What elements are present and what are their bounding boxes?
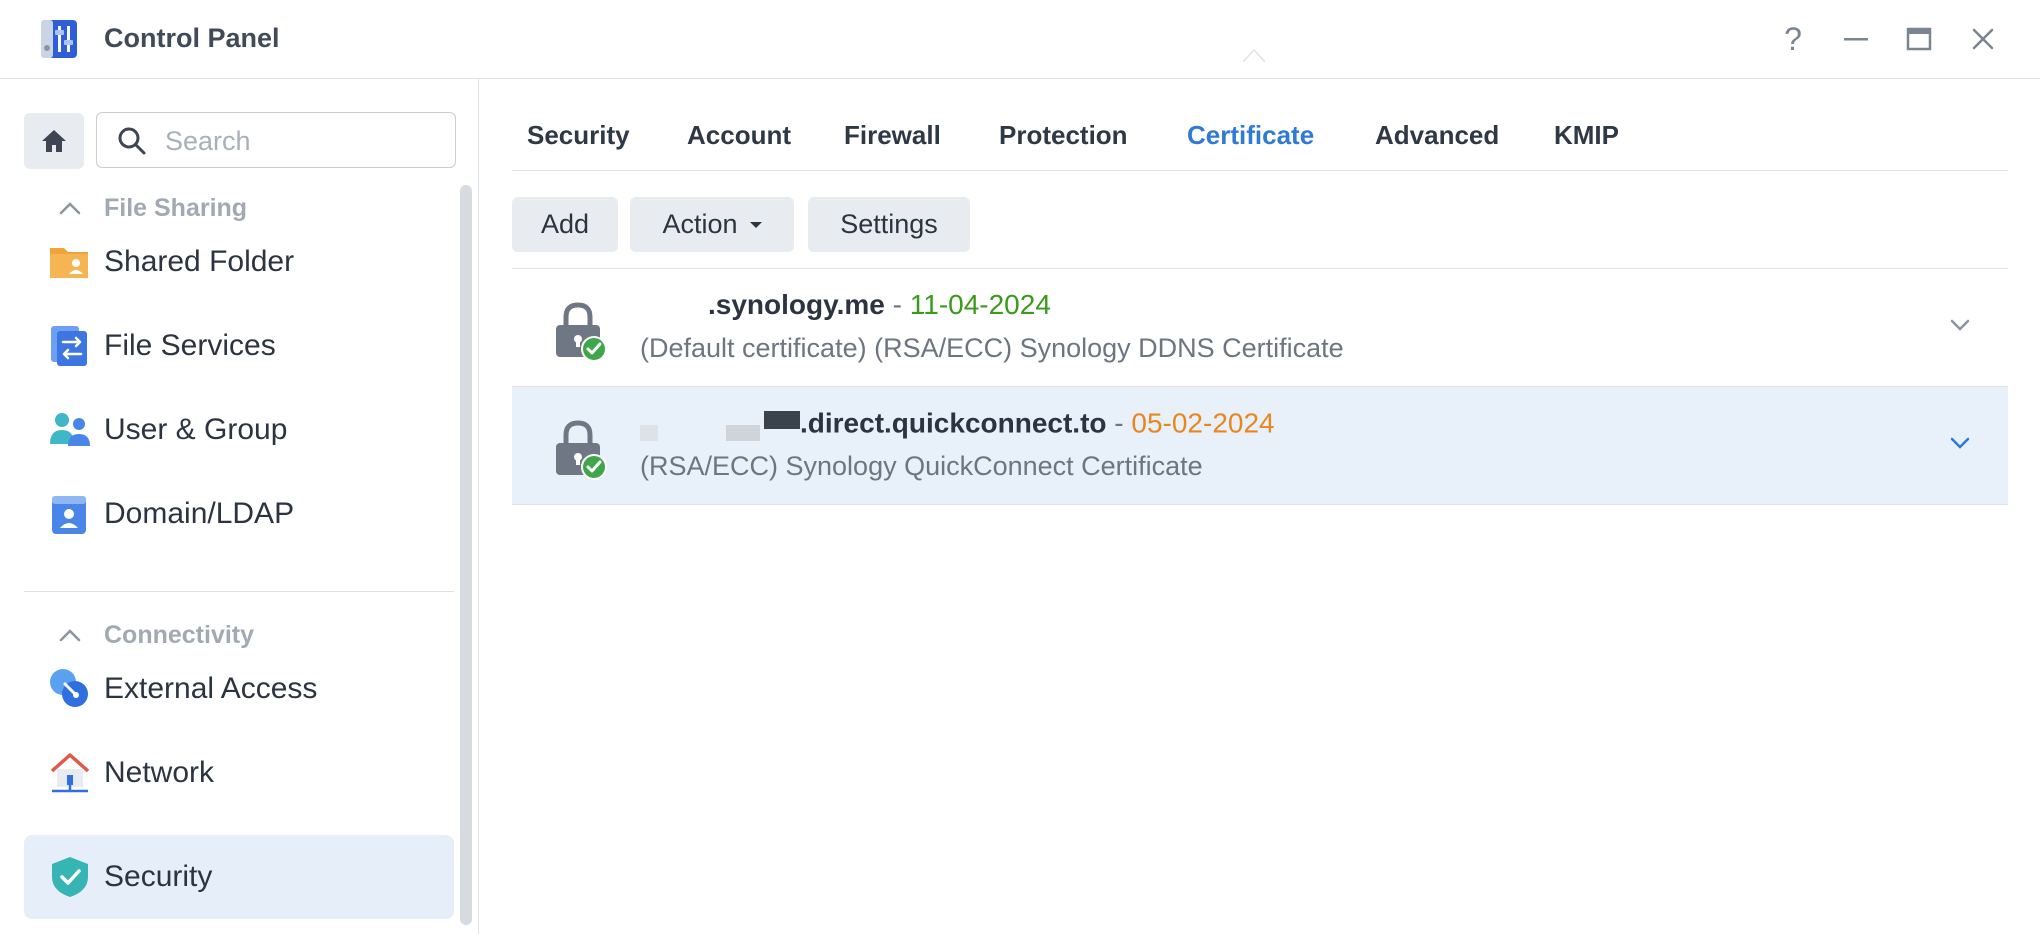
group-label: Connectivity xyxy=(104,620,255,649)
sidebar-item-label: Domain/LDAP xyxy=(104,497,295,530)
control-panel-app-icon xyxy=(41,20,77,58)
maximize-button[interactable] xyxy=(1902,22,1936,56)
chevron-down-icon[interactable] xyxy=(1944,313,1976,337)
tab-account[interactable]: Account xyxy=(687,120,791,151)
certificate-description: (Default certificate) (RSA/ECC) Synology… xyxy=(640,333,1344,363)
home-button[interactable] xyxy=(24,113,84,169)
settings-button[interactable]: Settings xyxy=(808,197,970,252)
active-tab-indicator xyxy=(1243,48,1265,62)
certificate-expiry: 11-04-2024 xyxy=(909,289,1051,320)
file-services-icon xyxy=(51,326,87,366)
search-box[interactable] xyxy=(96,112,456,168)
action-label: Action xyxy=(662,209,738,239)
sidebar-item-label: Shared Folder xyxy=(104,245,295,278)
action-dropdown-button[interactable]: Action xyxy=(630,197,794,252)
sidebar-item-label: Network xyxy=(104,756,215,789)
tab-bar: Security Account Firewall Protection Cer… xyxy=(512,110,2008,171)
sidebar-item-label: External Access xyxy=(104,672,318,705)
certificate-domain: .direct.quickconnect.to xyxy=(800,407,1107,439)
sidebar-item-label: Security xyxy=(104,860,213,893)
caret-down-icon xyxy=(749,221,762,228)
lock-verified-icon xyxy=(556,302,607,362)
tab-security[interactable]: Security xyxy=(527,120,630,151)
certificate-expiry: 05-02-2024 xyxy=(1131,407,1275,439)
redacted-block xyxy=(640,407,800,443)
certificate-title: .synology.me - 11-04-2024 xyxy=(640,289,1051,321)
certificate-domain: .synology.me xyxy=(708,289,885,320)
close-icon xyxy=(1972,28,1994,50)
title-bar: Control Panel ? xyxy=(0,0,2040,79)
tab-advanced[interactable]: Advanced xyxy=(1375,120,1499,151)
separator: - xyxy=(892,289,902,320)
maximize-icon xyxy=(1906,27,1932,51)
chevron-down-icon[interactable] xyxy=(1944,431,1976,455)
sidebar-item-user-group[interactable]: User & Group xyxy=(24,388,454,472)
redacted-block xyxy=(640,297,708,317)
user-group-icon xyxy=(50,413,90,446)
sidebar-item-label: File Services xyxy=(104,329,276,362)
tab-kmip[interactable]: KMIP xyxy=(1554,120,1619,151)
sidebar-scrollbar[interactable] xyxy=(460,185,472,925)
sidebar-item-external-access[interactable]: External Access xyxy=(24,647,454,731)
minimize-button[interactable] xyxy=(1839,22,1873,56)
sidebar-item-security[interactable]: Security xyxy=(24,835,454,919)
domain-ldap-icon xyxy=(52,496,86,534)
control-panel-window: Control Panel ? Search File Sharing Shar… xyxy=(0,0,2040,934)
tab-protection[interactable]: Protection xyxy=(999,120,1128,151)
certificate-row[interactable]: .direct.quickconnect.to - 05-02-2024 (RS… xyxy=(512,387,2008,505)
shared-folder-icon xyxy=(50,248,88,278)
sidebar-item-shared-folder[interactable]: Shared Folder xyxy=(24,220,454,304)
external-access-icon xyxy=(50,669,88,707)
tab-certificate[interactable]: Certificate xyxy=(1187,120,1314,151)
sidebar-item-network[interactable]: Network xyxy=(24,731,454,815)
sidebar-item-label: User & Group xyxy=(104,413,288,446)
sidebar-item-domain-ldap[interactable]: Domain/LDAP xyxy=(24,472,454,556)
group-label: File Sharing xyxy=(104,193,248,222)
network-icon xyxy=(50,753,90,793)
close-button[interactable] xyxy=(1966,22,2000,56)
sidebar: File Sharing Shared Folder File Services xyxy=(0,79,479,934)
certificate-title: .direct.quickconnect.to - 05-02-2024 xyxy=(640,407,1275,443)
search-input[interactable] xyxy=(163,121,437,161)
certificate-row[interactable]: .synology.me - 11-04-2024 (Default certi… xyxy=(512,269,2008,387)
search-icon xyxy=(118,127,146,155)
tab-firewall[interactable]: Firewall xyxy=(844,120,941,151)
window-title: Control Panel xyxy=(104,23,280,53)
help-button[interactable]: ? xyxy=(1776,21,1810,57)
sidebar-divider xyxy=(24,591,454,592)
separator: - xyxy=(1114,407,1124,439)
minimize-icon xyxy=(1844,38,1868,41)
sidebar-item-file-services[interactable]: File Services xyxy=(24,304,454,388)
lock-verified-icon xyxy=(556,420,607,480)
certificate-description: (RSA/ECC) Synology QuickConnect Certific… xyxy=(640,451,1203,481)
security-shield-icon xyxy=(52,857,88,897)
home-icon xyxy=(42,130,66,152)
add-button[interactable]: Add xyxy=(512,197,618,252)
